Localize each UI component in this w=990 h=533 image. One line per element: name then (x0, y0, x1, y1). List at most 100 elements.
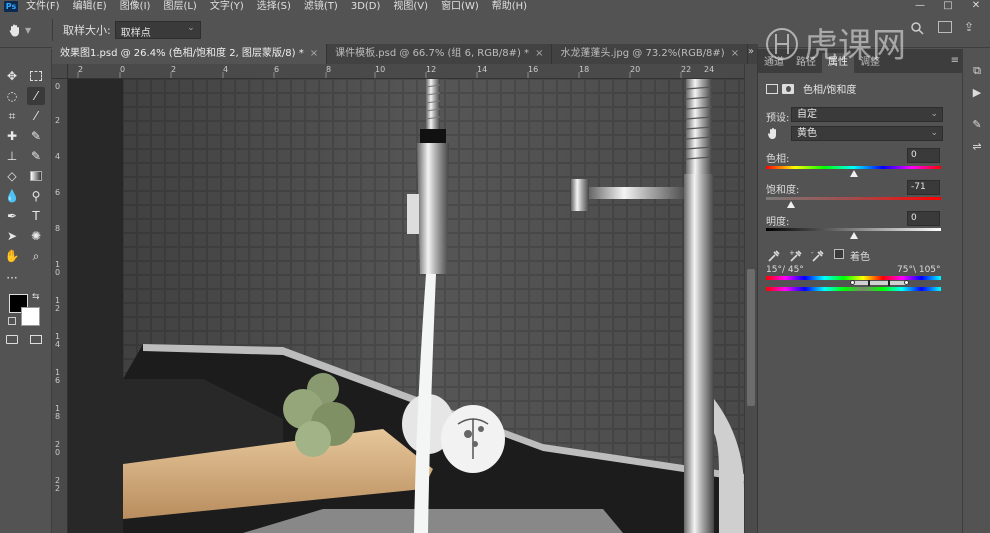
tab-label: 效果图1.psd @ 26.4% (色相/饱和度 2, 图层蒙版/8) * (60, 48, 304, 59)
tab-channels[interactable]: 通道 (758, 53, 790, 73)
tab-adjustments[interactable]: 调整 (854, 53, 886, 73)
close-tab-icon[interactable]: × (310, 44, 318, 64)
hue-slider-thumb[interactable] (849, 170, 858, 177)
zoom-tool-icon[interactable]: ⌕ (27, 247, 45, 265)
colorize-checkbox[interactable] (834, 249, 844, 259)
close-tab-icon[interactable]: × (535, 44, 543, 64)
history-icon[interactable]: ⧉ (969, 63, 985, 79)
brush-settings-icon[interactable]: ✎ (969, 117, 985, 133)
range-handle-right[interactable] (904, 280, 909, 285)
properties-panel: 通道 路径 属性 调整 ≡ 色相/饱和度 预设: 自定 ⌄ 黄色 ⌄ 色相: 0… (757, 49, 963, 533)
ruler-tick: 1 8 (55, 404, 61, 421)
path-selection-tool-icon[interactable]: ➤ (3, 227, 21, 245)
ruler-corner[interactable] (52, 64, 68, 79)
saturation-slider-thumb[interactable] (787, 201, 796, 208)
eyedropper-icon[interactable] (766, 248, 782, 264)
menu-window[interactable]: 窗口(W) (441, 0, 479, 13)
swap-colors-icon[interactable]: ⇆ (32, 292, 40, 302)
tab-document-2[interactable]: 课件模板.psd @ 66.7% (组 6, RGB/8#) * × (327, 44, 553, 64)
chevron-down-icon: ⌄ (187, 23, 195, 33)
magic-wand-tool-icon[interactable]: ⁄ (27, 87, 45, 105)
colorize-label: 着色 (850, 252, 870, 263)
minimize-button[interactable]: — (906, 0, 934, 13)
lightness-slider-thumb[interactable] (849, 232, 858, 239)
document-canvas[interactable] (68, 79, 744, 533)
range-handle-inner-right[interactable] (888, 280, 890, 286)
dodge-tool-icon[interactable]: ⚲ (27, 187, 45, 205)
eyedropper-subtract-icon[interactable]: - (810, 248, 826, 264)
menu-select[interactable]: 选择(S) (257, 0, 291, 13)
lasso-tool-icon[interactable]: ◌ (3, 87, 21, 105)
saturation-slider-track[interactable] (766, 197, 941, 200)
layer-mask-icon[interactable] (782, 83, 794, 94)
close-tab-icon[interactable]: × (731, 44, 739, 64)
default-colors-icon[interactable] (8, 317, 16, 325)
menu-edit[interactable]: 编辑(E) (73, 0, 107, 13)
window-controls: — □ ✕ (906, 0, 990, 13)
workspace-icon[interactable] (938, 21, 952, 33)
menu-3d[interactable]: 3D(D) (351, 0, 381, 13)
tabs-overflow-icon[interactable]: » (748, 46, 754, 57)
menu-help[interactable]: 帮助(H) (492, 0, 527, 13)
quick-mask-icon[interactable] (3, 331, 21, 349)
type-tool-icon[interactable]: T (27, 207, 45, 225)
range-handle-left[interactable] (850, 280, 855, 285)
menu-view[interactable]: 视图(V) (393, 0, 428, 13)
crop-tool-icon[interactable]: ⌗ (3, 107, 21, 125)
move-tool-icon[interactable]: ✥ (3, 67, 21, 85)
panel-menu-icon[interactable]: ≡ (951, 55, 959, 66)
history-brush-tool-icon[interactable]: ✎ (27, 147, 45, 165)
lightness-label: 明度: (766, 217, 790, 228)
maximize-button[interactable]: □ (934, 0, 962, 13)
vertical-scrollbar[interactable] (744, 64, 757, 533)
pen-tool-icon[interactable]: ✒ (3, 207, 21, 225)
range-handle-inner-left[interactable] (868, 280, 870, 286)
menu-file[interactable]: 文件(F) (26, 0, 60, 13)
adjust-sliders-icon[interactable]: ⇌ (969, 139, 985, 155)
custom-shape-tool-icon[interactable]: ✺ (27, 227, 45, 245)
targeted-adjustment-icon[interactable] (766, 126, 780, 140)
menu-image[interactable]: 图像(I) (120, 0, 151, 13)
search-icon[interactable] (910, 21, 924, 35)
ruler-tick: 1 0 (55, 260, 61, 277)
marquee-tool-icon[interactable] (27, 67, 45, 85)
ruler-tick: 8 (55, 224, 61, 233)
preset-value: 自定 (797, 109, 817, 120)
preset-select[interactable]: 自定 ⌄ (791, 107, 943, 122)
tab-properties[interactable]: 属性 (822, 53, 854, 73)
more-tools-icon[interactable]: ··· (3, 269, 21, 287)
gradient-tool-icon[interactable] (27, 167, 45, 185)
stamp-tool-icon[interactable]: ⊥ (3, 147, 21, 165)
hand-tool-icon[interactable]: ✋ (3, 247, 21, 265)
play-action-icon[interactable]: ▶ (969, 85, 985, 101)
channel-select[interactable]: 黄色 ⌄ (791, 126, 943, 141)
eyedropper-add-icon[interactable]: + (788, 248, 804, 264)
tool-preset-picker[interactable]: ▼ (8, 18, 42, 42)
sample-size-select[interactable]: 取样点 ⌄ (114, 21, 201, 39)
hue-slider-track[interactable] (766, 166, 941, 169)
share-icon[interactable]: ⇪ (964, 20, 978, 34)
menu-layer[interactable]: 图层(L) (163, 0, 196, 13)
lightness-input[interactable]: 0 (907, 211, 940, 226)
tab-document-1[interactable]: 效果图1.psd @ 26.4% (色相/饱和度 2, 图层蒙版/8) * × (52, 44, 328, 64)
scrollbar-thumb[interactable] (747, 269, 755, 406)
ruler-horizontal[interactable]: 2 0 2 4 6 8 10 12 14 16 18 20 22 24 (68, 64, 744, 79)
brush-tool-icon[interactable]: ✎ (27, 127, 45, 145)
menu-filter[interactable]: 滤镜(T) (304, 0, 338, 13)
adjustment-layer-icon[interactable] (766, 83, 778, 94)
eyedropper-tool-icon[interactable]: ⁄ (27, 107, 45, 125)
tab-paths[interactable]: 路径 (790, 53, 822, 73)
lightness-slider-track[interactable] (766, 228, 941, 231)
eraser-tool-icon[interactable]: ◇ (3, 167, 21, 185)
range-selector[interactable] (853, 281, 908, 285)
saturation-input[interactable]: -71 (907, 180, 940, 195)
ruler-vertical[interactable]: 0 2 4 6 8 1 0 1 2 1 4 1 6 1 8 2 0 2 2 (52, 79, 68, 533)
background-color-swatch[interactable] (21, 307, 40, 326)
healing-brush-tool-icon[interactable]: ✚ (3, 127, 21, 145)
blur-tool-icon[interactable]: 💧 (3, 187, 21, 205)
screen-mode-icon[interactable] (27, 331, 45, 349)
close-button[interactable]: ✕ (962, 0, 990, 13)
menu-type[interactable]: 文字(Y) (210, 0, 244, 13)
hue-input[interactable]: 0 (907, 148, 940, 163)
tab-document-3[interactable]: 水龙蓬蓬头.jpg @ 73.2%(RGB/8#) × (552, 44, 749, 64)
